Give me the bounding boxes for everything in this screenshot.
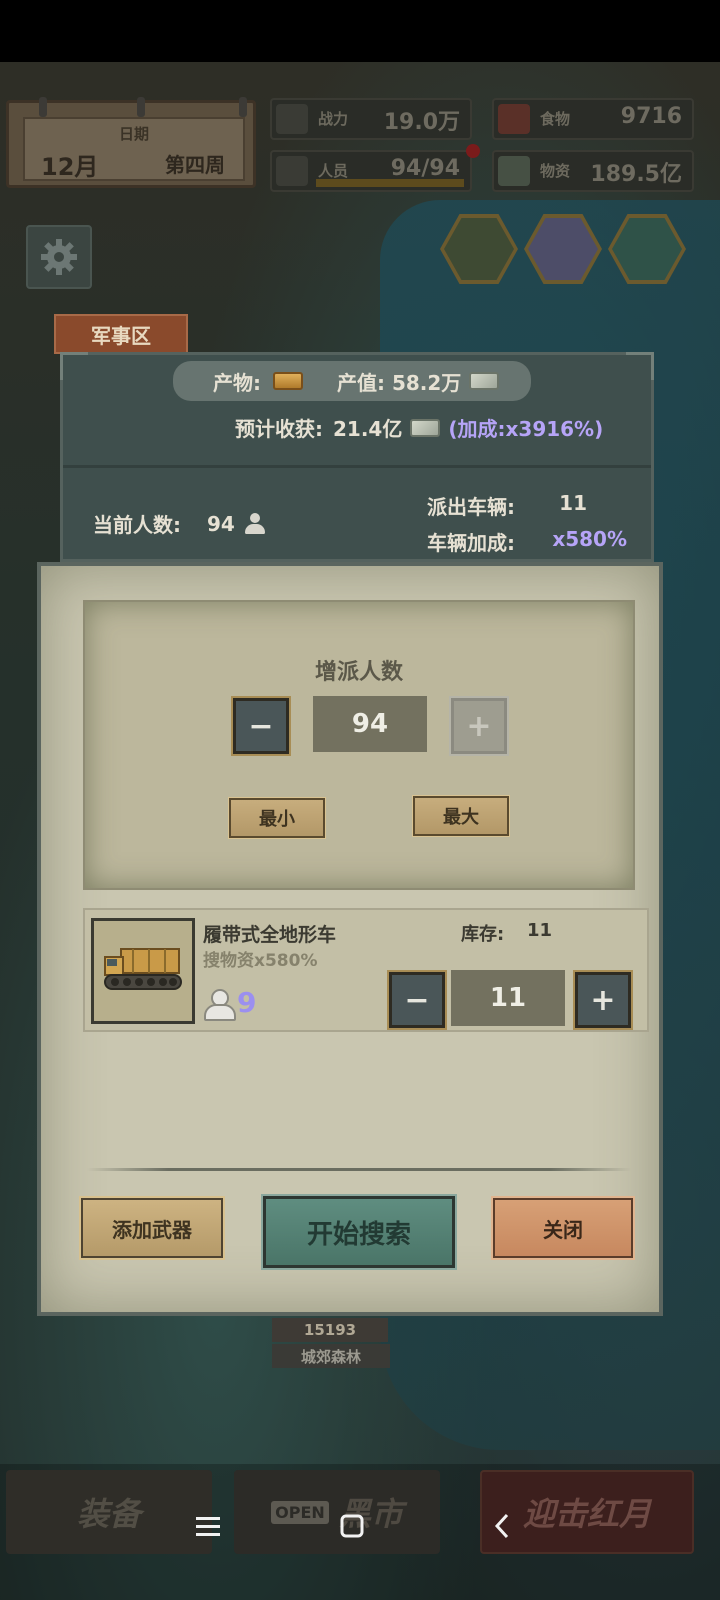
- current-people-row: 当前人数: 94: [93, 509, 265, 538]
- start-search-button[interactable]: 开始搜索: [261, 1194, 457, 1270]
- person-icon: [203, 987, 236, 1021]
- equip-button[interactable]: 装备: [6, 1470, 212, 1554]
- close-button[interactable]: 关闭: [491, 1196, 635, 1260]
- personnel-bar: [316, 179, 464, 187]
- cash-icon: [410, 418, 441, 437]
- cash-icon: [498, 156, 530, 186]
- open-sign-icon: OPEN: [271, 1500, 329, 1524]
- supplies-label: 物资: [540, 162, 571, 180]
- back-nav-icon[interactable]: [484, 1508, 520, 1544]
- product-label: 产物:: [213, 370, 261, 395]
- supplies-stat: 物资 189.5亿: [492, 150, 694, 192]
- tracked-vehicle-icon: [104, 948, 182, 990]
- home-nav-icon[interactable]: [334, 1508, 370, 1544]
- food-stat: 食物 9716: [492, 98, 694, 140]
- crew-count: 9: [237, 986, 257, 1019]
- vehicle-count: 11: [451, 970, 565, 1026]
- assign-title: 增派人数: [314, 660, 403, 685]
- assign-people-panel: 增派人数 − 94 + 最小 最大: [83, 600, 635, 890]
- hero-avatar-icon: [528, 218, 598, 280]
- add-weapon-button[interactable]: 添加武器: [79, 1196, 225, 1260]
- stock-value: 11: [527, 920, 553, 941]
- status-bar: [0, 0, 720, 62]
- personnel-label: 人员: [318, 162, 349, 180]
- vehicle-summary: 派出车辆: 11 车辆加成: x580%: [427, 491, 627, 563]
- vehicle-row: 履带式全地形车 搜物资x580% 库存: 11 9 − 11 +: [83, 908, 649, 1032]
- vehicles-sent-value: 11: [559, 491, 587, 515]
- vehicle-bonus: 搜物资x580%: [203, 951, 318, 971]
- pin-icon: [39, 97, 47, 117]
- product-bar: 产物: 产值: 58.2万: [173, 361, 531, 401]
- vehicle-crew: 9: [203, 986, 257, 1021]
- pin-icon: [137, 97, 145, 117]
- gold-bars-icon: [273, 372, 303, 390]
- estimate-row: 预计收获: 21.4亿 (加成:x3916%): [235, 413, 603, 442]
- zone-tag: 军事区: [54, 314, 188, 354]
- soldier-icon: [276, 156, 308, 186]
- settings-button[interactable]: [26, 225, 92, 289]
- notification-dot: [466, 144, 480, 158]
- vehicle-plus-button[interactable]: +: [573, 970, 633, 1030]
- people-plus-button[interactable]: +: [449, 696, 509, 756]
- people-count: 94: [313, 696, 427, 752]
- vehicle-bonus-value: x580%: [552, 527, 627, 551]
- estimate-bonus: (加成:x3916%): [448, 417, 604, 441]
- estimate-label: 预计收获:: [235, 417, 323, 441]
- info-panel: 产物: 产值: 58.2万 预计收获: 21.4亿 (加成:x3916%) 当前…: [60, 352, 654, 562]
- estimate-value: 21.4亿: [333, 417, 403, 441]
- power-value: 19.0万: [383, 110, 460, 135]
- personnel-stat: 人员 94/94: [270, 150, 472, 192]
- min-button[interactable]: 最小: [228, 797, 326, 839]
- truck-icon: [444, 218, 514, 280]
- vehicle-minus-button[interactable]: −: [387, 970, 447, 1030]
- power-label: 战力: [318, 110, 349, 128]
- cash-icon: [469, 372, 500, 390]
- rifle-icon: [276, 104, 308, 134]
- dispatch-dialog: 增派人数 − 94 + 最小 最大 履带式全地形车 搜物资x580% 库存: 1…: [37, 562, 663, 1316]
- date-week: 第四周: [165, 153, 225, 177]
- hero-avatar-icon: [612, 218, 682, 280]
- personnel-value: 94/94: [390, 156, 460, 181]
- output-label: 产值: 58.2万: [337, 370, 462, 395]
- max-button[interactable]: 最大: [412, 795, 510, 837]
- gear-icon: [41, 239, 77, 275]
- power-stat: 战力 19.0万: [270, 98, 472, 140]
- food-value: 9716: [620, 104, 682, 129]
- divider: [63, 465, 651, 468]
- vehicle-bonus-label: 车辆加成:: [427, 531, 515, 555]
- divider: [87, 1168, 631, 1171]
- person-icon: [244, 512, 265, 535]
- date-label: 日期: [118, 125, 149, 143]
- supplies-value: 189.5亿: [590, 162, 682, 187]
- corner-decoration: [626, 352, 654, 380]
- corner-decoration: [60, 352, 88, 380]
- menu-nav-icon[interactable]: [190, 1508, 226, 1544]
- current-people-value: 94: [207, 511, 235, 536]
- date-month: 12月: [41, 153, 99, 181]
- vehicles-sent-label: 派出车辆:: [427, 495, 515, 519]
- location-power: 15193: [272, 1318, 388, 1342]
- location-name[interactable]: 城郊森林: [272, 1344, 390, 1368]
- date-panel: 日期 12月 第四周: [6, 97, 256, 188]
- vehicle-name: 履带式全地形车: [203, 924, 337, 946]
- meat-icon: [498, 104, 530, 134]
- people-minus-button[interactable]: −: [231, 696, 291, 756]
- vehicle-thumbnail: [91, 918, 195, 1024]
- food-label: 食物: [540, 110, 571, 128]
- stock-label: 库存:: [461, 924, 505, 945]
- pin-icon: [239, 97, 247, 117]
- current-people-label: 当前人数:: [93, 513, 181, 537]
